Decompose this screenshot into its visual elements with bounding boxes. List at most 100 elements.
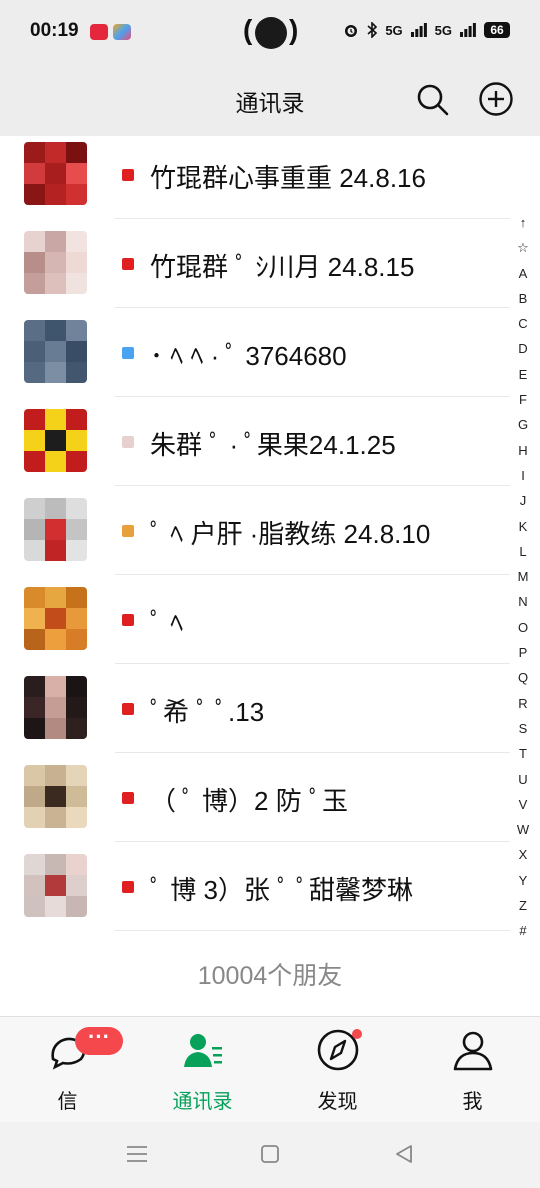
tab-contacts[interactable]: 通讯录 [135, 1017, 270, 1123]
contact-row[interactable]: 竹琨群心事重重 24.8.16 [0, 136, 510, 219]
index-letter[interactable]: O [510, 615, 536, 640]
index-letter[interactable]: D [510, 336, 536, 361]
avatar-pixel [66, 184, 87, 205]
avatar-pixel [24, 231, 45, 252]
avatar-pixel [24, 786, 45, 807]
home-icon[interactable] [260, 1144, 280, 1164]
contacts-icon [184, 1034, 222, 1067]
index-letter[interactable]: G [510, 412, 536, 437]
avatar-pixel [45, 430, 66, 451]
new-dot-badge [352, 1029, 362, 1039]
index-letter[interactable]: Q [510, 665, 536, 690]
contact-row[interactable]: ﾟ希 ﾟ ﾟ.13 [0, 664, 510, 753]
search-icon[interactable] [416, 83, 450, 117]
contact-name: 竹琨群 ﾟ ｼ川月 24.8.15 [150, 252, 415, 282]
index-letter[interactable]: A [510, 261, 536, 286]
avatar-pixel [66, 807, 87, 828]
avatar-pixel [66, 854, 87, 875]
index-letter[interactable]: F [510, 387, 536, 412]
index-letter[interactable]: U [510, 767, 536, 792]
index-letter[interactable]: H [510, 438, 536, 463]
avatar-pixel [24, 854, 45, 875]
avatar-pixel [45, 451, 66, 472]
avatar-pixel [45, 718, 66, 739]
contact-name: ﾟ ﾍ [150, 608, 184, 638]
avatar-pixel [24, 341, 45, 362]
avatar-pixel [24, 676, 45, 697]
contact-name: 竹琨群心事重重 24.8.16 [150, 163, 426, 193]
tab-me[interactable]: 我 [405, 1017, 540, 1123]
index-letter[interactable]: L [510, 539, 536, 564]
menu-icon[interactable] [126, 1144, 148, 1164]
alphabet-index[interactable]: ↑ ☆ A B C D E F G H I J K L M N O P Q R S T U V W X Y Z # [510, 210, 536, 944]
avatar-pixel [45, 142, 66, 163]
index-letter[interactable]: J [510, 488, 536, 513]
index-letter[interactable]: Z [510, 893, 536, 918]
avatar-pixel [66, 320, 87, 341]
contact-list[interactable]: 竹琨群心事重重 24.8.16 竹琨群 ﾟ ｼ川月 24.8.15 ･ ﾍ ﾍ … [0, 136, 540, 1016]
avatar-pixel [24, 608, 45, 629]
contact-row[interactable]: ﾟ 博 3）张 ﾟ ﾟ甜馨梦琳 [0, 842, 510, 931]
index-letter[interactable]: Y [510, 868, 536, 893]
avatar-pixel [24, 587, 45, 608]
avatar-pixel [45, 252, 66, 273]
avatar-pixel [66, 718, 87, 739]
photos-app-icon [113, 24, 131, 40]
avatar-pixel [66, 896, 87, 917]
avatar-pixel [45, 786, 66, 807]
index-letter[interactable]: K [510, 514, 536, 539]
avatar-pixel [24, 540, 45, 561]
contact-name: ﾟ ﾍ 户肝 ·脂教练 24.8.10 [150, 519, 431, 549]
avatar-pixel [45, 498, 66, 519]
avatar-pixel [45, 184, 66, 205]
index-letter[interactable]: B [510, 286, 536, 311]
avatar-pixel [24, 896, 45, 917]
index-letter[interactable]: M [510, 564, 536, 589]
avatar-pixel [66, 519, 87, 540]
index-letter[interactable]: # [510, 918, 536, 943]
avatar [24, 498, 87, 561]
contact-row[interactable]: ﾟ ﾍ 户肝 ·脂教练 24.8.10 [0, 486, 510, 575]
avatar-pixel [45, 341, 66, 362]
avatar-pixel [66, 875, 87, 896]
tab-chats[interactable]: ··· 信 [0, 1017, 135, 1123]
index-letter[interactable]: W [510, 817, 536, 842]
avatar [24, 765, 87, 828]
avatar-pixel [45, 896, 66, 917]
contact-row[interactable]: 竹琨群 ﾟ ｼ川月 24.8.15 [0, 219, 510, 308]
index-letter[interactable]: ☆ [510, 235, 536, 260]
add-icon[interactable] [478, 81, 514, 117]
contact-row[interactable]: 朱群 ﾟ · ﾟ果果24.1.25 [0, 397, 510, 486]
signal-5g-2: 5G [434, 22, 452, 38]
avatar-pixel [45, 231, 66, 252]
contact-row[interactable]: ･ ﾍ ﾍ · ﾟ 3764680 [0, 308, 510, 397]
avatar-pixel [45, 807, 66, 828]
index-letter[interactable]: N [510, 589, 536, 614]
avatar-pixel [45, 587, 66, 608]
battery-level: 66 [484, 22, 510, 38]
avatar-pixel [66, 540, 87, 561]
avatar-pixel [45, 875, 66, 896]
bluetooth-icon [367, 22, 378, 38]
index-letter[interactable]: R [510, 691, 536, 716]
tab-discover[interactable]: 发现 [270, 1017, 405, 1123]
index-letter[interactable]: C [510, 311, 536, 336]
index-letter[interactable]: X [510, 842, 536, 867]
avatar-pixel [66, 163, 87, 184]
index-letter[interactable]: T [510, 741, 536, 766]
index-letter[interactable]: P [510, 640, 536, 665]
index-letter[interactable]: S [510, 716, 536, 741]
contact-row[interactable]: ﾟ ﾍ [0, 575, 510, 664]
signal-bars-icon [410, 23, 427, 37]
index-letter[interactable]: I [510, 463, 536, 488]
back-icon[interactable] [394, 1144, 414, 1164]
avatar-pixel [66, 231, 87, 252]
avatar-pixel [45, 362, 66, 383]
index-letter[interactable]: ↑ [510, 210, 536, 235]
contact-tag [122, 436, 134, 448]
contact-row[interactable]: （ ﾟ 博）2 防 ﾟ玉 [0, 753, 510, 842]
index-letter[interactable]: V [510, 792, 536, 817]
alarm-icon [345, 25, 358, 37]
index-letter[interactable]: E [510, 362, 536, 387]
avatar-pixel [45, 676, 66, 697]
